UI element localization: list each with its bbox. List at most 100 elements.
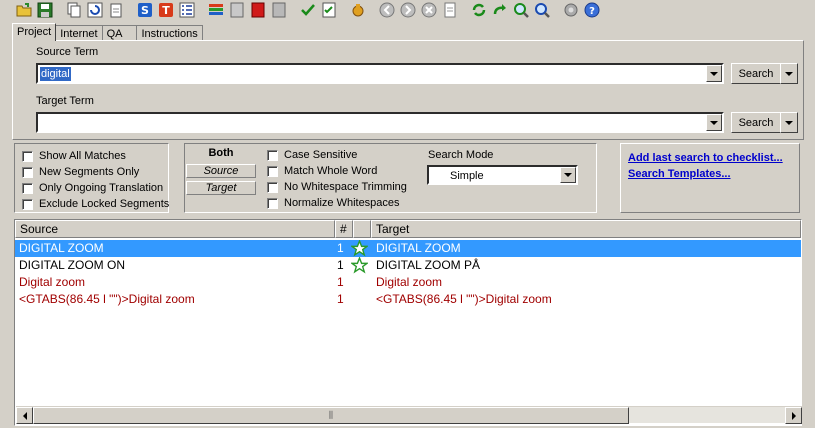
only-ongoing-translation-checkbox[interactable]: Only Ongoing Translation xyxy=(22,181,163,195)
column-header-count[interactable]: # xyxy=(335,220,353,238)
check-icon[interactable] xyxy=(298,1,317,20)
coin-icon[interactable] xyxy=(348,1,367,20)
t-icon[interactable]: T xyxy=(156,1,175,20)
cycle-icon[interactable] xyxy=(469,1,488,20)
gray-square-icon[interactable] xyxy=(227,1,246,20)
chevron-right-icon xyxy=(791,411,796,420)
red-square-icon[interactable] xyxy=(248,1,267,20)
search-mode-label: Search Mode xyxy=(428,149,494,161)
new-segments-only-checkbox[interactable]: New Segments Only xyxy=(22,165,139,179)
chevron-down-icon xyxy=(785,120,793,125)
check-list-icon[interactable] xyxy=(319,1,338,20)
cell-target: DIGITAL ZOOM xyxy=(376,241,461,255)
source-search-menu-button[interactable] xyxy=(780,63,798,84)
zoom-in-icon[interactable] xyxy=(511,1,530,20)
cell-count: 1 xyxy=(337,292,344,306)
mode-target-button[interactable]: Target xyxy=(186,181,256,195)
cell-count: 1 xyxy=(337,275,344,289)
gear-icon[interactable] xyxy=(561,1,580,20)
normalize-whitespaces-checkbox[interactable]: Normalize Whitespaces xyxy=(267,196,400,210)
exclude-locked-segments-checkbox[interactable]: Exclude Locked Segments xyxy=(22,197,169,211)
checkbox-label: Only Ongoing Translation xyxy=(39,182,164,194)
target-term-label: Target Term xyxy=(36,95,94,107)
table-row[interactable]: DIGITAL ZOOM 1 DIGITAL ZOOM xyxy=(15,239,801,257)
column-header-target[interactable]: Target xyxy=(371,220,801,238)
target-term-input[interactable] xyxy=(36,112,724,133)
tab-instructions[interactable]: Instructions xyxy=(136,25,203,41)
svg-text:S: S xyxy=(141,4,149,17)
source-term-input[interactable]: digital xyxy=(36,63,724,84)
target-search-button[interactable]: Search xyxy=(731,112,781,133)
column-header-source[interactable]: Source xyxy=(15,220,335,238)
target-search-menu-button[interactable] xyxy=(780,112,798,133)
cell-target: Digital zoom xyxy=(376,275,443,289)
scroll-right-button[interactable] xyxy=(785,407,802,424)
gray-square-icon[interactable] xyxy=(269,1,288,20)
search-mode-dropdown-button[interactable] xyxy=(560,167,576,183)
cell-count: 1 xyxy=(337,258,344,272)
source-dropdown-button[interactable] xyxy=(706,65,722,82)
tab-qa[interactable]: QA xyxy=(101,25,138,41)
open-folder-icon[interactable] xyxy=(14,1,33,20)
checkbox-box xyxy=(267,181,278,193)
scroll-left-button[interactable] xyxy=(16,407,33,424)
horizontal-scrollbar[interactable]: ⫼ xyxy=(16,406,802,424)
checkbox-label: Show All Matches xyxy=(39,150,126,162)
target-dropdown-button[interactable] xyxy=(706,114,722,131)
refresh-icon[interactable] xyxy=(85,1,104,20)
redo-icon[interactable] xyxy=(490,1,509,20)
checkbox-box xyxy=(22,182,33,194)
target-term-value xyxy=(40,116,42,130)
mode-both-button[interactable]: Both xyxy=(186,146,256,160)
cell-source: <GTABS(86.45 l "")>Digital zoom xyxy=(19,292,195,306)
chevron-left-icon xyxy=(22,411,27,420)
table-row[interactable]: Digital zoom 1 Digital zoom xyxy=(15,274,801,291)
checkbox-label: Case Sensitive xyxy=(284,149,358,161)
checkbox-box xyxy=(267,197,278,209)
no-whitespace-trimming-checkbox[interactable]: No Whitespace Trimming xyxy=(267,180,407,194)
checkbox-label: Normalize Whitespaces xyxy=(284,197,400,209)
table-row[interactable]: DIGITAL ZOOM ON 1 DIGITAL ZOOM PÅ xyxy=(15,256,801,274)
chevron-down-icon xyxy=(564,173,572,177)
bars-icon[interactable] xyxy=(206,1,225,20)
cell-target: <GTABS(86.45 l "")>Digital zoom xyxy=(376,292,552,306)
match-whole-word-checkbox[interactable]: Match Whole Word xyxy=(267,164,377,178)
search-mode-select[interactable]: Simple xyxy=(427,165,578,185)
source-term-value: digital xyxy=(40,67,71,81)
page-icon[interactable] xyxy=(440,1,459,20)
back-icon[interactable] xyxy=(377,1,396,20)
add-last-search-link[interactable]: Add last search to checklist... xyxy=(628,152,783,164)
cell-source: Digital zoom xyxy=(19,275,86,289)
stop-icon[interactable] xyxy=(419,1,438,20)
copy-icon[interactable] xyxy=(64,1,83,20)
s-icon[interactable]: S xyxy=(135,1,154,20)
checkbox-box xyxy=(22,150,33,162)
source-search-button[interactable]: Search xyxy=(731,63,781,84)
save-icon[interactable] xyxy=(35,1,54,20)
mode-source-button[interactable]: Source xyxy=(186,164,256,178)
cell-source: DIGITAL ZOOM xyxy=(19,241,104,255)
chevron-down-icon xyxy=(710,120,718,125)
project-panel: Source Term digital Search Target Term S… xyxy=(12,40,804,140)
svg-text:T: T xyxy=(162,4,170,17)
cell-target: DIGITAL ZOOM PÅ xyxy=(376,258,481,272)
help-icon[interactable]: ? xyxy=(582,1,601,20)
zoom-icon[interactable] xyxy=(532,1,551,20)
table-row[interactable]: <GTABS(86.45 l "")>Digital zoom 1 <GTABS(8… xyxy=(15,291,801,308)
tab-project[interactable]: Project xyxy=(12,23,57,41)
search-templates-link[interactable]: Search Templates... xyxy=(628,168,731,180)
clipboard-icon[interactable] xyxy=(106,1,125,20)
checkbox-box xyxy=(267,149,278,161)
checkbox-label: Exclude Locked Segments xyxy=(39,198,170,210)
chevron-down-icon xyxy=(710,71,718,76)
column-header-status[interactable] xyxy=(353,220,371,238)
scroll-thumb[interactable]: ⫼ xyxy=(33,407,629,424)
table-header: Source # Target xyxy=(15,220,801,238)
show-all-matches-checkbox[interactable]: Show All Matches xyxy=(22,149,126,163)
tab-internet[interactable]: Internet xyxy=(55,25,103,41)
list-icon[interactable] xyxy=(177,1,196,20)
results-table: Source # Target DIGITAL ZOOM 1 DIGITAL ZOO… xyxy=(14,219,802,426)
forward-icon[interactable] xyxy=(398,1,417,20)
search-mode-value: Simple xyxy=(450,170,484,182)
case-sensitive-checkbox[interactable]: Case Sensitive xyxy=(267,148,357,162)
